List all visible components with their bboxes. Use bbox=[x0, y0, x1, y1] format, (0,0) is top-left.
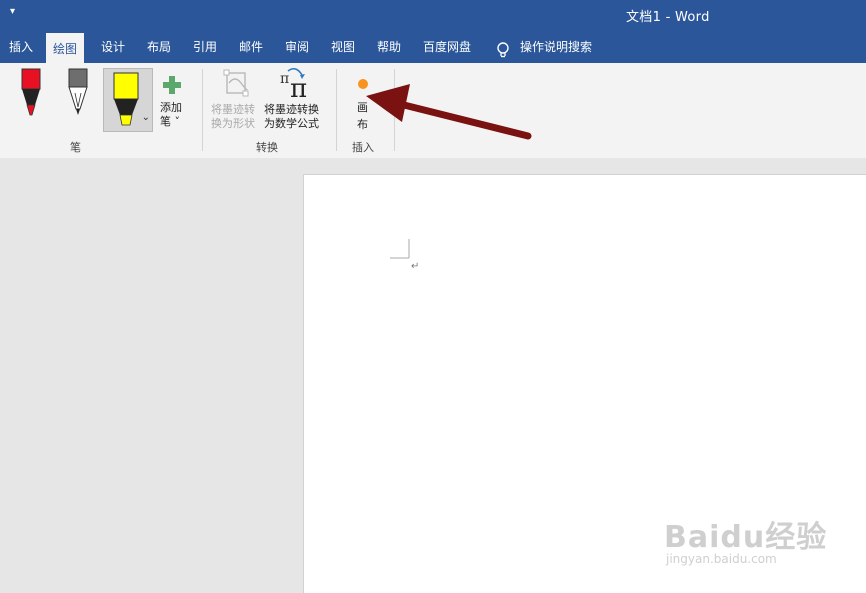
svg-text:π: π bbox=[290, 74, 307, 101]
highlighter-button[interactable]: ⌄ bbox=[103, 68, 153, 132]
tab-view[interactable]: 视图 bbox=[331, 33, 355, 63]
tell-me-label: 操作说明搜索 bbox=[520, 40, 593, 54]
canvas-label-line2: 布 bbox=[357, 118, 368, 131]
tab-mailings[interactable]: 邮件 bbox=[239, 33, 263, 63]
ink-to-math-button[interactable]: π π 将墨迹转换 为数学公式 bbox=[264, 67, 330, 135]
ink-to-math-label-line1: 将墨迹转换 bbox=[264, 103, 319, 116]
tab-draw[interactable]: 绘图 bbox=[46, 33, 85, 65]
red-pen-icon bbox=[21, 68, 41, 116]
canvas-dot-icon bbox=[358, 79, 368, 89]
tab-review[interactable]: 审阅 bbox=[285, 33, 309, 63]
ribbon: ⌄ 添加 笔 ˅ 笔 将墨迹转 换为形状 π π 将墨迹转换 为数学公式 转换 bbox=[0, 63, 866, 159]
black-pencil-button[interactable] bbox=[65, 67, 91, 117]
pi-math-icon: π π bbox=[280, 67, 307, 101]
ribbon-tabs: 插入 绘图 设计 布局 引用 邮件 审阅 视图 帮助 百度网盘 操作说明搜索 bbox=[0, 33, 866, 65]
group-divider bbox=[336, 69, 337, 151]
red-pen-button[interactable] bbox=[18, 67, 44, 117]
ink-to-math-label-line2: 为数学公式 bbox=[264, 117, 319, 130]
lightbulb-icon bbox=[496, 40, 510, 57]
ink-to-shape-icon bbox=[223, 69, 249, 97]
convert-group-label: 转换 bbox=[256, 141, 278, 154]
ink-to-shape-label-line1: 将墨迹转 bbox=[211, 103, 255, 116]
window-title: 文档1 - Word bbox=[626, 10, 710, 25]
ink-to-shape-label-line2: 换为形状 bbox=[211, 117, 255, 130]
tab-layout[interactable]: 布局 bbox=[147, 33, 171, 63]
title-bar: ▾ 文档1 - Word bbox=[0, 0, 866, 33]
canvas-label-line1: 画 bbox=[357, 101, 368, 114]
tell-me-search[interactable]: 操作说明搜索 bbox=[496, 33, 592, 63]
plus-icon bbox=[163, 76, 181, 94]
add-pen-label-line2: 笔 ˅ bbox=[160, 115, 180, 128]
tab-help[interactable]: 帮助 bbox=[377, 33, 401, 63]
pens-group-label: 笔 bbox=[70, 141, 81, 154]
paragraph-mark: ↵ bbox=[411, 261, 420, 272]
tab-design[interactable]: 设计 bbox=[101, 33, 125, 63]
margin-corner-mark bbox=[390, 239, 410, 259]
quick-access-toolbar-dropdown[interactable]: ▾ bbox=[10, 6, 15, 17]
insert-group-label: 插入 bbox=[352, 141, 374, 154]
add-pen-label-line1: 添加 bbox=[160, 101, 182, 114]
svg-text:π: π bbox=[280, 71, 289, 87]
ink-to-shape-button[interactable]: 将墨迹转 换为形状 bbox=[208, 69, 264, 135]
watermark-brand: Baidu经验 bbox=[664, 520, 828, 555]
highlighter-icon bbox=[113, 72, 139, 126]
tab-insert[interactable]: 插入 bbox=[9, 33, 33, 63]
watermark-url: jingyan.baidu.com bbox=[666, 552, 777, 566]
highlighter-dropdown-chevron-icon[interactable]: ⌄ bbox=[142, 112, 150, 123]
group-divider bbox=[394, 69, 395, 151]
tab-references[interactable]: 引用 bbox=[193, 33, 217, 63]
add-pen-button[interactable]: 添加 笔 ˅ bbox=[158, 73, 192, 133]
tab-baidu-netdisk[interactable]: 百度网盘 bbox=[423, 33, 471, 63]
pencil-icon bbox=[68, 68, 88, 115]
group-divider bbox=[202, 69, 203, 151]
baidu-watermark: Baidu经验 jingyan.baidu.com bbox=[660, 496, 830, 576]
insert-canvas-button[interactable]: 画 布 bbox=[348, 71, 378, 137]
